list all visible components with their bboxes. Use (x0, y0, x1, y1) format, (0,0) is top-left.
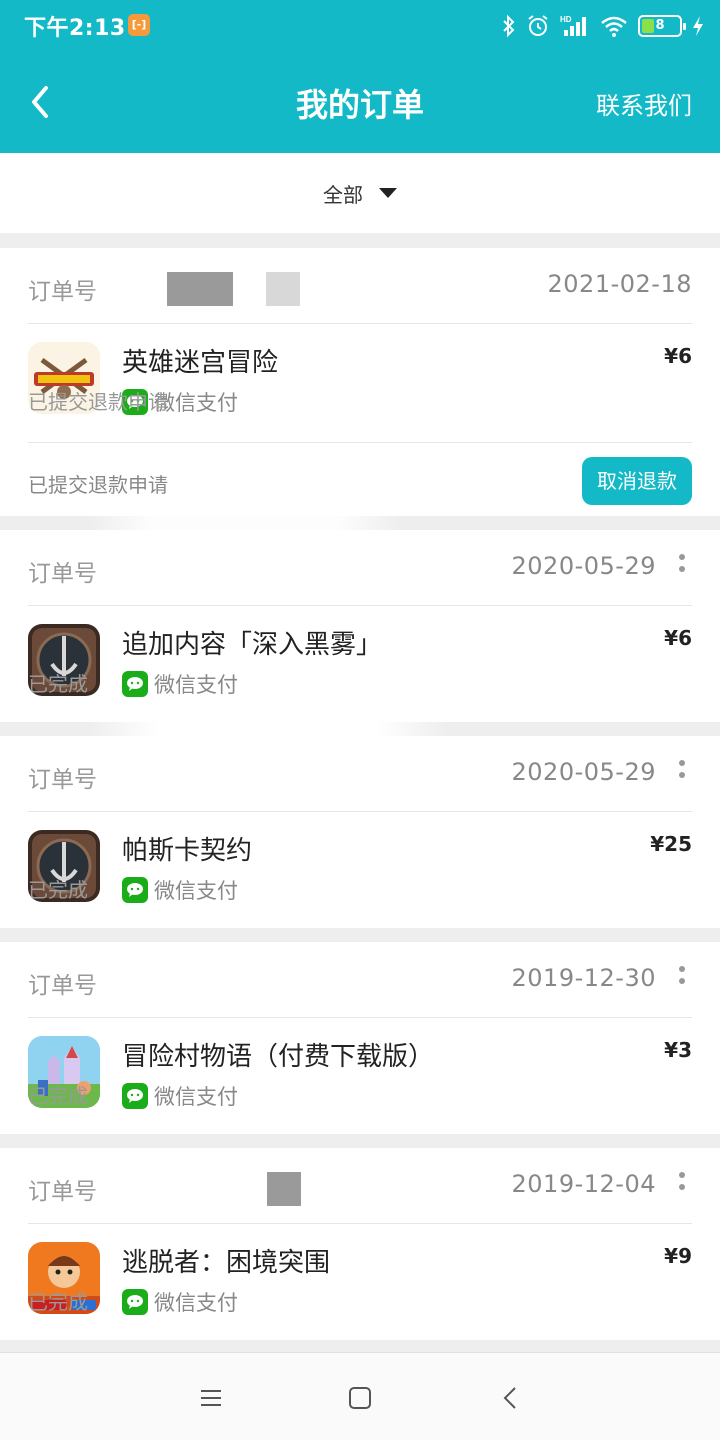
order-status: 已完成 (28, 672, 88, 696)
order-card[interactable]: 订单号 2020-05-29 追加内容「深入黑雾」 微信支付 ¥6 已完成 (0, 530, 720, 722)
home-nav-button[interactable] (345, 1383, 375, 1413)
wifi-icon (600, 14, 628, 38)
notification-app-icon: [-] (128, 14, 150, 36)
order-item[interactable]: 英雄迷宫冒险 微信支付 ¥6 已提交退款申请 (28, 324, 692, 442)
order-number-label: 订单号 (28, 973, 97, 999)
order-item[interactable]: 帕斯卡契约 微信支付 ¥25 已完成 (28, 812, 692, 930)
order-header: 订单号 2021-02-18 (28, 248, 692, 324)
system-nav-bar (0, 1352, 720, 1440)
order-footer: 已提交退款申请 取消退款 (28, 442, 692, 518)
more-options-icon[interactable] (672, 1172, 692, 1202)
signal-icon: HD (560, 14, 590, 38)
order-card[interactable]: 订单号 2021-02-18 英雄迷宫冒险 微信支付 ¥6 已提交退款申请 已提… (0, 248, 720, 516)
cancel-refund-button[interactable]: 取消退款 (582, 457, 692, 505)
charging-icon (692, 15, 704, 37)
order-header: 订单号 2020-05-29 (28, 530, 692, 606)
menu-icon (201, 1390, 221, 1406)
order-price: ¥25 (650, 832, 692, 856)
order-number-label: 订单号 (28, 1179, 97, 1205)
order-price: ¥3 (664, 1038, 692, 1062)
order-date: 2019-12-30 (511, 964, 656, 992)
order-price: ¥6 (664, 626, 692, 650)
order-date: 2020-05-29 (511, 552, 656, 580)
order-date: 2021-02-18 (547, 270, 692, 298)
order-item[interactable]: 追加内容「深入黑雾」 微信支付 ¥6 已完成 (28, 606, 692, 724)
order-price: ¥6 (664, 344, 692, 368)
app-header-bar: 下午2:13 [-] HD 8 我的订单 联系我们 (0, 0, 720, 153)
app-name: 冒险村物语（付费下载版） (122, 1042, 435, 1072)
battery-level: 8 (655, 18, 665, 33)
order-header: 订单号 2020-05-29 (28, 720, 692, 812)
battery-icon: 8 (638, 15, 686, 37)
status-time: 下午2:13 (24, 16, 126, 41)
order-header: 订单号 2019-12-30 (28, 942, 692, 1018)
order-status: 已完成 (28, 878, 88, 902)
order-price: ¥9 (664, 1244, 692, 1268)
back-chevron-icon (503, 1387, 516, 1409)
order-date: 2020-05-29 (511, 758, 656, 786)
app-name: 追加内容「深入黑雾」 (122, 630, 383, 660)
status-icons: HD 8 (502, 12, 704, 40)
order-item[interactable]: 冒险村物语（付费下载版） 微信支付 ¥3 已完成 (28, 1018, 692, 1136)
home-square-icon (349, 1387, 371, 1409)
menu-nav-button[interactable] (196, 1383, 226, 1413)
app-name: 帕斯卡契约 (122, 836, 253, 866)
more-options-icon[interactable] (672, 760, 692, 790)
order-card[interactable]: 订单号 2020-05-29 帕斯卡契约 微信支付 ¥25 已完成 (0, 720, 720, 930)
order-number-label: 订单号 (28, 767, 97, 793)
network-label: HD (560, 15, 572, 24)
order-date: 2019-12-04 (511, 1170, 656, 1198)
more-options-icon[interactable] (672, 966, 692, 996)
app-name: 英雄迷宫冒险 (122, 348, 279, 378)
status-bar: 下午2:13 [-] HD 8 (0, 0, 720, 52)
order-number-label: 订单号 (28, 561, 97, 587)
order-header: 订单号 2019-12-04 (28, 1148, 692, 1224)
order-status: 已提交退款申请 (28, 390, 168, 414)
filter-selected: 全部 (323, 182, 363, 207)
more-options-icon[interactable] (672, 554, 692, 584)
refund-status-text: 已提交退款申请 (28, 473, 168, 497)
order-card[interactable]: 订单号 2019-12-04 逃脱者：困境突围 微信支付 ¥9 已完成 (0, 1148, 720, 1340)
redacted-block (266, 272, 300, 306)
order-item[interactable]: 逃脱者：困境突围 微信支付 ¥9 已完成 (28, 1224, 692, 1342)
order-status: 已完成 (28, 1084, 88, 1108)
order-status: 已完成 (28, 1290, 88, 1314)
redacted-block (267, 1172, 301, 1206)
bluetooth-icon (502, 14, 516, 38)
back-nav-button[interactable] (496, 1383, 526, 1413)
order-number-label: 订单号 (28, 279, 97, 305)
order-card[interactable]: 订单号 2019-12-30 冒险村物语（付费下载版） 微信支付 ¥3 已完成 (0, 942, 720, 1134)
app-name: 逃脱者：困境突围 (122, 1248, 331, 1278)
alarm-icon (526, 14, 550, 38)
dropdown-triangle-icon (379, 188, 397, 198)
page-header: 我的订单 联系我们 (0, 52, 720, 153)
order-filter-dropdown[interactable]: 全部 (0, 153, 720, 233)
redacted-block (167, 272, 233, 306)
contact-us-link[interactable]: 联系我们 (596, 86, 692, 121)
